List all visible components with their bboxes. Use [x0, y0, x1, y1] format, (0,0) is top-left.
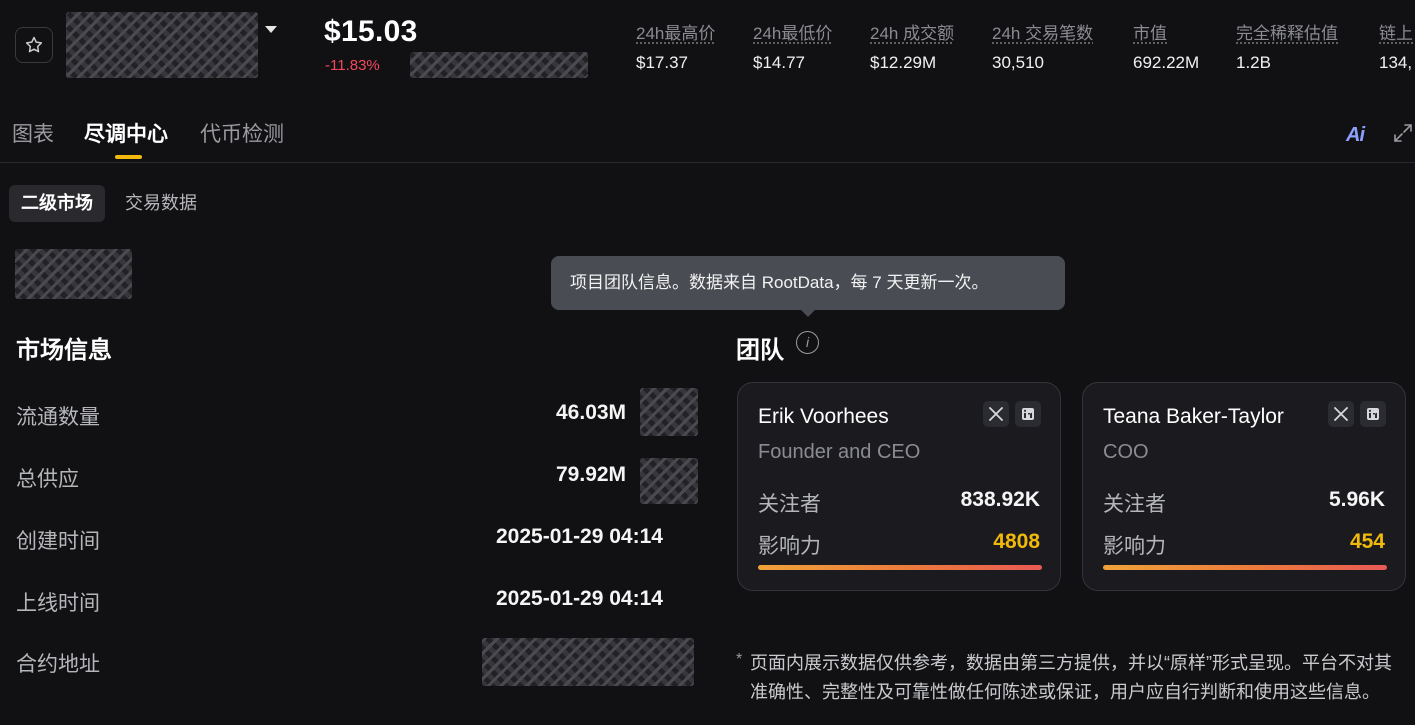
created-time-value: 2025-01-29 04:14 — [496, 525, 663, 548]
tooltip-arrow — [800, 309, 816, 317]
total-supply-value: 79.92M — [556, 463, 627, 486]
main-tab-bar: 图表 尽调中心 代币检测 — [0, 96, 1415, 163]
influence-value: 4808 — [993, 530, 1040, 553]
total-supply-label: 总供应 — [16, 468, 79, 491]
stat-24h-low: 24h最低价 $14.77 — [753, 24, 833, 72]
ticker-header: $15.03 -11.83% 24h最高价 $17.37 24h最低价 $14.… — [0, 0, 1415, 92]
followers-value: 838.92K — [960, 488, 1040, 511]
subtab-trade-data[interactable]: 交易数据 — [113, 185, 209, 222]
total-supply-extra-redacted — [640, 458, 698, 504]
token-name-redacted — [66, 12, 258, 78]
info-icon[interactable]: i — [796, 331, 819, 354]
circulating-supply-value: 46.03M — [556, 401, 627, 424]
member-role: COO — [1103, 441, 1149, 463]
team-title: 团队 — [736, 337, 784, 364]
member-name: Teana Baker-Taylor — [1103, 405, 1284, 428]
followers-label: 关注者 — [758, 493, 821, 516]
linkedin-icon[interactable] — [1360, 401, 1386, 427]
circulating-extra-redacted — [640, 388, 698, 436]
market-info-title: 市场信息 — [16, 337, 112, 364]
favorite-button[interactable] — [15, 27, 53, 63]
price-change: -11.83% — [325, 57, 380, 74]
x-twitter-icon[interactable] — [1328, 401, 1354, 427]
star-icon — [25, 36, 43, 53]
member-name: Erik Voorhees — [758, 405, 889, 428]
contract-address-redacted[interactable] — [482, 638, 694, 686]
expand-icon[interactable] — [1392, 122, 1414, 149]
stat-24h-volume: 24h 成交额 $12.29M — [870, 24, 955, 72]
influence-label: 影响力 — [1103, 535, 1166, 558]
stat-24h-trades: 24h 交易笔数 30,510 — [992, 24, 1094, 72]
influence-bar — [1103, 565, 1387, 570]
followers-label: 关注者 — [1103, 493, 1166, 516]
tab-due-diligence[interactable]: 尽调中心 — [84, 118, 168, 148]
member-role: Founder and CEO — [758, 441, 921, 463]
linkedin-icon[interactable] — [1015, 401, 1041, 427]
tab-chart[interactable]: 图表 — [12, 118, 54, 148]
disclaimer-asterisk: * — [736, 651, 743, 668]
team-info-tooltip: 项目团队信息。数据来自 RootData，每 7 天更新一次。 — [551, 256, 1065, 310]
contract-address-label: 合约地址 — [16, 653, 100, 676]
stat-market-cap: 市值 692.22M — [1133, 24, 1200, 72]
current-price: $15.03 — [324, 15, 418, 48]
influence-label: 影响力 — [758, 535, 821, 558]
listing-time-label: 上线时间 — [16, 592, 100, 615]
influence-bar — [758, 565, 1042, 570]
team-card-teana[interactable]: Teana Baker-Taylor COO 关注者 5.96K 影响力 454 — [1082, 382, 1406, 591]
stat-onchain: 链上 134, — [1379, 24, 1413, 72]
token-selector-caret-icon[interactable] — [265, 26, 277, 33]
followers-value: 5.96K — [1328, 488, 1385, 511]
influence-value: 454 — [1349, 530, 1385, 553]
active-tab-indicator — [115, 155, 142, 159]
created-time-label: 创建时间 — [16, 530, 100, 553]
subtab-secondary-market[interactable]: 二级市场 — [9, 185, 105, 222]
team-card-erik[interactable]: Erik Voorhees Founder and CEO 关注者 838.92… — [737, 382, 1061, 591]
tab-token-check[interactable]: 代币检测 — [200, 118, 284, 148]
stat-24h-high: 24h最高价 $17.37 — [636, 24, 716, 72]
listing-time-value: 2025-01-29 04:14 — [496, 587, 663, 610]
stat-fdv: 完全稀释估值 1.2B — [1236, 24, 1338, 72]
circulating-supply-label: 流通数量 — [16, 406, 100, 429]
ai-icon[interactable]: Ai — [1346, 124, 1365, 147]
disclaimer-text: 页面内展示数据仅供参考，数据由第三方提供，并以“原样”形式呈现。平台不对其准确性… — [750, 653, 1392, 702]
x-twitter-icon[interactable] — [983, 401, 1009, 427]
price-extra-redacted — [410, 52, 588, 78]
token-logo-redacted — [15, 249, 132, 299]
